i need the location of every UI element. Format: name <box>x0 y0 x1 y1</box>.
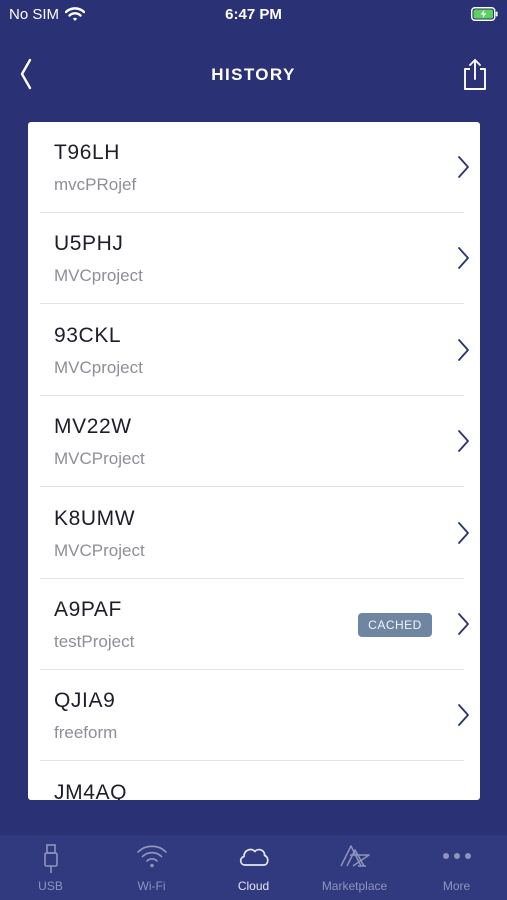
history-project: MVCproject <box>54 266 143 285</box>
tab-label: Wi-Fi <box>137 879 166 893</box>
row-divider <box>40 303 464 304</box>
history-code: T96LH <box>54 141 121 164</box>
history-list: T96LH mvcPRojef U5PHJ MVCproject 93CKL M… <box>28 122 480 800</box>
usb-icon <box>43 844 58 873</box>
history-code: U5PHJ <box>54 232 124 255</box>
history-code: K8UMW <box>54 507 136 530</box>
row-divider <box>40 486 464 487</box>
history-row[interactable]: JM4AQ <box>28 762 480 800</box>
tab-more[interactable]: More <box>406 835 507 900</box>
tab-bar: USB Wi-Fi Cloud Marketplace More <box>0 835 507 900</box>
battery-charging-icon <box>471 7 498 21</box>
history-code: A9PAF <box>54 598 122 621</box>
chevron-right-icon <box>458 704 469 726</box>
history-row[interactable]: K8UMW MVCProject <box>28 488 480 579</box>
history-row[interactable]: A9PAF testProject CACHED <box>28 579 480 670</box>
history-project: MVCProject <box>54 541 145 560</box>
marketplace-icon <box>339 845 370 867</box>
wifi-icon <box>136 845 167 868</box>
status-bar: No SIM 6:47 PM <box>0 0 507 30</box>
row-divider <box>40 760 464 761</box>
cached-badge: CACHED <box>358 613 432 637</box>
tab-usb[interactable]: USB <box>0 835 101 900</box>
page-title: HISTORY <box>211 65 296 84</box>
tab-label: USB <box>38 879 63 893</box>
tab-cloud[interactable]: Cloud <box>203 835 304 900</box>
status-time: 6:47 PM <box>225 6 282 23</box>
history-row[interactable]: MV22W MVCProject <box>28 396 480 487</box>
share-button[interactable] <box>459 56 491 92</box>
chevron-right-icon <box>458 247 469 269</box>
chevron-right-icon <box>458 613 469 635</box>
navigation-bar: HISTORY <box>0 50 507 100</box>
history-code: 93CKL <box>54 324 122 347</box>
chevron-right-icon <box>458 339 469 361</box>
history-project: freeform <box>54 723 118 742</box>
tab-label: Cloud <box>237 879 270 893</box>
history-row[interactable]: 93CKL MVCproject <box>28 305 480 396</box>
tab-wifi[interactable]: Wi-Fi <box>101 835 202 900</box>
more-icon <box>442 853 471 859</box>
history-row[interactable]: U5PHJ MVCproject <box>28 213 480 304</box>
chevron-right-icon <box>458 522 469 544</box>
tab-label: More <box>442 879 471 893</box>
cloud-icon <box>239 848 269 866</box>
history-code: MV22W <box>54 415 132 438</box>
history-code: JM4AQ <box>54 781 128 800</box>
tab-marketplace[interactable]: Marketplace <box>304 835 405 900</box>
share-icon <box>464 59 486 90</box>
history-project: MVCProject <box>54 449 145 468</box>
history-project: testProject <box>54 632 135 651</box>
chevron-right-icon <box>458 430 469 452</box>
history-project: MVCproject <box>54 358 143 377</box>
history-code: QJIA9 <box>54 689 116 712</box>
tab-label: Marketplace <box>321 879 388 893</box>
history-row[interactable]: QJIA9 freeform <box>28 670 480 761</box>
history-project: mvcPRojef <box>54 175 137 194</box>
history-row[interactable]: T96LH mvcPRojef <box>28 122 480 213</box>
chevron-right-icon <box>458 156 469 178</box>
